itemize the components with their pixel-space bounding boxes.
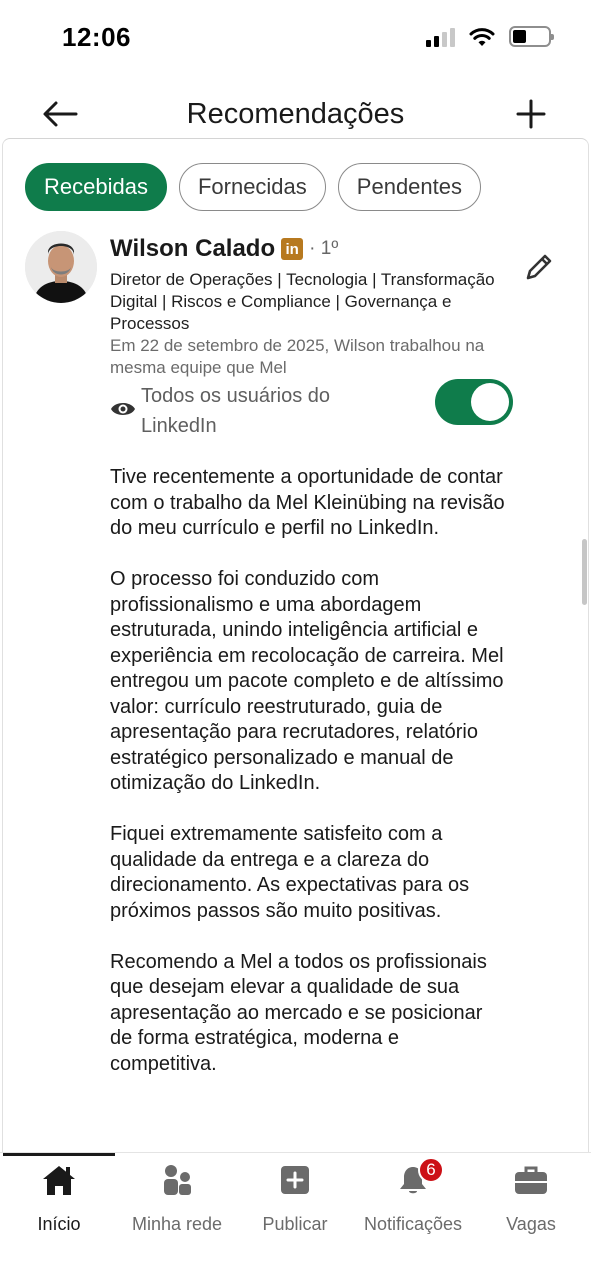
linkedin-premium-icon: in xyxy=(281,238,304,260)
recommendation-context: Em 22 de setembro de 2025, Wilson trabal… xyxy=(110,336,485,377)
network-icon xyxy=(164,1165,191,1195)
recommender-name-line: Wilson Calado in · 1º xyxy=(110,235,338,263)
status-bar: 12:06 xyxy=(0,0,591,80)
page-title: Recomendações xyxy=(186,98,405,130)
active-tab-indicator xyxy=(3,1153,115,1156)
pencil-icon xyxy=(526,254,552,280)
connection-degree: · 1º xyxy=(309,238,339,259)
nav-item-minha-rede[interactable]: Minha rede xyxy=(118,1163,236,1235)
bottom-nav: Início Minha rede Publicar 6 Notificaçõe… xyxy=(0,1152,591,1280)
notification-badge: 6 xyxy=(418,1157,444,1183)
recommendation-paragraph: O processo foi conduzido com profissiona… xyxy=(110,568,504,794)
avatar[interactable] xyxy=(25,231,97,303)
tab-pendentes[interactable]: Pendentes xyxy=(337,163,481,211)
cellular-signal-icon xyxy=(426,27,455,47)
nav-item-notificacoes[interactable]: 6 Notificações xyxy=(354,1157,472,1235)
nav-header: Recomendações xyxy=(0,88,591,140)
recommender-name[interactable]: Wilson Calado xyxy=(110,235,275,263)
recommendation-paragraph: Fiquei extremamente satisfeito com a qua… xyxy=(110,823,470,922)
post-icon xyxy=(281,1166,309,1194)
scrollbar[interactable] xyxy=(582,539,587,605)
edit-button[interactable] xyxy=(521,249,557,285)
eye-icon xyxy=(111,403,135,415)
tab-fornecidas[interactable]: Fornecidas xyxy=(178,163,326,211)
visibility-label: Todos os usuários do LinkedIn xyxy=(141,385,331,437)
nav-label: Notificações xyxy=(363,1214,463,1234)
nav-item-vagas[interactable]: Vagas xyxy=(472,1163,590,1235)
nav-label: Início xyxy=(37,1214,81,1234)
recommendations-card: Recebidas Fornecidas Pendentes Wilson Ca… xyxy=(2,138,589,1154)
visibility-setting: Todos os usuários do LinkedIn xyxy=(110,379,530,443)
nav-label: Publicar xyxy=(262,1214,328,1234)
briefcase-icon xyxy=(515,1166,547,1194)
nav-item-inicio[interactable]: Início xyxy=(0,1163,118,1235)
recommendation-paragraph: Tive recentemente a oportunidade de cont… xyxy=(110,466,505,539)
nav-label: Minha rede xyxy=(131,1214,223,1234)
recommendation-text: Tive recentemente a oportunidade de cont… xyxy=(110,465,510,1103)
tab-recebidas[interactable]: Recebidas xyxy=(25,163,167,211)
recommender-headline: Diretor de Operações | Tecnologia | Tran… xyxy=(110,270,495,333)
battery-icon xyxy=(509,26,554,47)
filter-tabs: Recebidas Fornecidas Pendentes xyxy=(25,163,481,211)
wifi-icon xyxy=(469,27,495,46)
nav-label: Vagas xyxy=(506,1214,556,1234)
status-time: 12:06 xyxy=(62,22,131,52)
plus-icon xyxy=(516,99,546,129)
status-icons xyxy=(426,26,554,47)
add-button[interactable] xyxy=(513,96,549,132)
nav-item-publicar[interactable]: Publicar xyxy=(236,1163,354,1235)
visibility-toggle[interactable] xyxy=(435,379,513,425)
recommendation-paragraph: Recomendo a Mel a todos os profissionais… xyxy=(110,950,487,1075)
home-icon xyxy=(43,1166,75,1195)
